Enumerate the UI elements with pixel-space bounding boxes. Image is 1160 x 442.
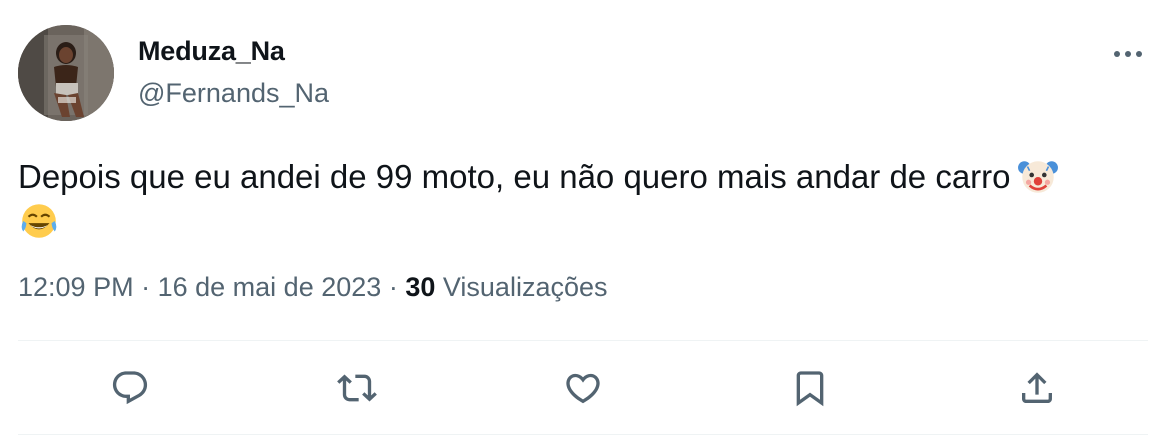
bookmark-button[interactable] [788,366,832,410]
face-with-tears-of-joy-emoji [21,204,57,238]
user-handle[interactable]: @Fernands_Na [138,78,329,109]
tweet-card: Meduza_Na @Fernands_Na Depois que eu and… [0,0,1160,442]
share-button[interactable] [1015,366,1059,410]
more-dots-icon [1114,51,1142,57]
bottom-divider [18,434,1148,435]
retweet-button[interactable] [335,366,379,410]
reply-icon [112,371,148,405]
clown-face-emoji [1017,161,1058,193]
like-icon [566,373,600,404]
meta-separator: · [141,272,151,302]
tweet-time[interactable]: 12:09 PM [18,272,134,302]
tweet-text: Depois que eu andei de 99 moto, eu não q… [18,158,1011,195]
tweet-meta: 12:09 PM · 16 de mai de 2023 · 30 Visual… [18,272,608,303]
views-label[interactable]: Visualizações [443,272,608,302]
divider [18,340,1148,341]
bookmark-icon [796,371,824,407]
tweet-date[interactable]: 16 de mai de 2023 [158,272,382,302]
avatar[interactable] [18,25,114,121]
tweet-body: Depois que eu andei de 99 moto, eu não q… [18,154,1128,242]
more-options-button[interactable] [1110,36,1146,72]
meta-separator-2: · [388,272,398,302]
like-button[interactable] [561,366,605,410]
views-count[interactable]: 30 [405,272,435,302]
display-name[interactable]: Meduza_Na [138,36,285,67]
share-icon [1022,372,1052,403]
reply-button[interactable] [108,366,152,410]
retweet-icon [337,374,377,402]
avatar-photo [18,25,114,121]
